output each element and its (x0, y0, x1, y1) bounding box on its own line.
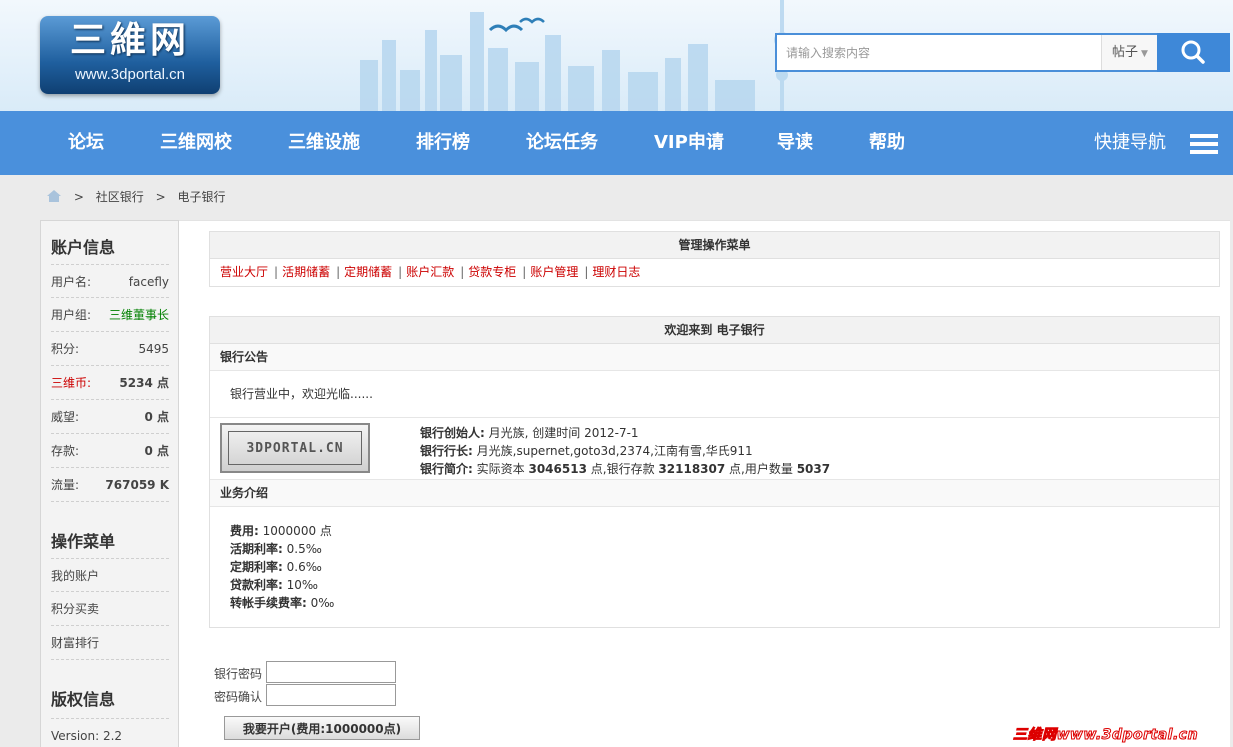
search-icon (1181, 40, 1205, 64)
site-watermark: 三维网www.3dportal.cn (1012, 727, 1199, 744)
account-row-points: 积分: 5495 (51, 332, 169, 366)
bank-info: 银行创始人: 月光族, 创建时间 2012-7-1 银行行长: 月光族,supe… (420, 424, 830, 478)
account-value: 三维董事长 (108, 308, 169, 322)
open-account-button[interactable]: 我要开户(费用:1000000点) (224, 716, 420, 740)
bank-logo-image: 3DPORTAL.CN (220, 423, 370, 473)
business-item-demand-rate: 活期利率: 0.5‰ (230, 542, 322, 556)
breadcrumb: > 社区银行 > 电子银行 (46, 188, 225, 206)
account-value: 767059 K (105, 478, 169, 492)
bank-president: 银行行长: 月光族,supernet,goto3d,2374,江南有雪,华氏91… (420, 444, 753, 458)
bank-logo-text: 3DPORTAL.CN (228, 431, 362, 465)
admin-menu-links: 营业大厅 | 活期储蓄 | 定期储蓄 | 账户汇款 | 贷款专柜 | 账户管理 | 理财日志 (220, 265, 641, 279)
notice-text: 银行营业中，欢迎光临...... (210, 371, 1219, 418)
breadcrumb-separator: > (73, 190, 84, 204)
nav-item-forum[interactable]: 论坛 (68, 111, 104, 175)
business-title: 业务介绍 (210, 480, 1219, 507)
bank-panel: 欢迎来到 电子银行 银行公告 银行营业中，欢迎光临...... 3DPORTAL… (209, 316, 1220, 628)
admin-menu-panel: 管理操作菜单 营业大厅 | 活期储蓄 | 定期储蓄 | 账户汇款 | 贷款专柜 | 账户管理 | 理财日… (209, 231, 1220, 287)
copyright-title: 版权信息 (51, 690, 116, 709)
search-input[interactable] (777, 35, 1101, 70)
business-item-fixed-rate: 定期利率: 0.6‰ (230, 560, 322, 574)
quick-nav-label[interactable]: 快捷导航 (1094, 111, 1166, 175)
account-row-username: 用户名: facefly (51, 264, 169, 298)
account-row-traffic: 流量: 767059 K (51, 468, 169, 502)
account-label: 三维币: (51, 376, 92, 390)
home-icon[interactable] (46, 189, 62, 203)
nav-item-school[interactable]: 三维网校 (160, 111, 232, 175)
account-label: 用户名: (51, 275, 92, 289)
password-confirm-input[interactable] (266, 684, 396, 706)
business-item-fee: 费用: 1000000 点 (230, 524, 332, 538)
account-label: 存款: (51, 444, 80, 458)
account-label: 威望: (51, 410, 80, 424)
operation-menu-title: 操作菜单 (51, 532, 116, 551)
search-box: 帖子▼ (775, 33, 1157, 72)
link-account-management[interactable]: 账户管理 (530, 265, 578, 279)
account-label: 流量: (51, 478, 80, 492)
search-scope-label: 帖子 (1112, 45, 1139, 60)
admin-menu-title: 管理操作菜单 (210, 232, 1219, 259)
breadcrumb-e-bank[interactable]: 电子银行 (177, 190, 225, 204)
search-button[interactable] (1157, 33, 1230, 72)
nav-item-vip[interactable]: VIP申请 (654, 111, 724, 175)
link-fixed-savings[interactable]: 定期储蓄 (344, 265, 392, 279)
logo-title: 三維网 (69, 20, 190, 61)
sidebar-item-my-account[interactable]: 我的账户 (51, 558, 169, 592)
city-skyline-banner (360, 0, 790, 111)
breadcrumb-separator: > (155, 190, 166, 204)
nav-item-facilities[interactable]: 三维设施 (288, 111, 360, 175)
chevron-down-icon: ▼ (1141, 49, 1148, 59)
account-row-group: 用户组: 三维董事长 (51, 298, 169, 332)
link-loans[interactable]: 贷款专柜 (468, 265, 516, 279)
logo-url: www.3dportal.cn (74, 66, 186, 83)
account-value: 0 点 (144, 444, 169, 458)
site-header: 三維网 www.3dportal.cn 帖子▼ (0, 0, 1233, 111)
account-value: 0 点 (144, 410, 169, 424)
site-logo[interactable]: 三維网 www.3dportal.cn (40, 16, 220, 94)
sidebar: 账户信息 用户名: facefly 用户组: 三维董事长 积分: 5495 三维… (40, 220, 179, 747)
password-confirm-label: 密码确认 (214, 690, 263, 704)
business-list: 费用: 1000000 点 活期利率: 0.5‰ 定期利率: 0.6‰ 贷款利率… (210, 507, 1219, 612)
nav-item-tasks[interactable]: 论坛任务 (526, 111, 598, 175)
link-remittance[interactable]: 账户汇款 (406, 265, 454, 279)
link-finance-log[interactable]: 理财日志 (592, 265, 640, 279)
link-demand-savings[interactable]: 活期储蓄 (282, 265, 330, 279)
business-item-loan-rate: 贷款利率: 10‰ (230, 578, 319, 592)
business-item-transfer-fee: 转帐手续费率: 0‰ (230, 596, 335, 610)
nav-item-ranking[interactable]: 排行榜 (416, 111, 470, 175)
bank-password-input[interactable] (266, 661, 396, 683)
account-value: 5495 (138, 342, 169, 356)
version-text: Version: 2.2 (51, 718, 169, 747)
bank-password-label: 银行密码 (214, 667, 263, 681)
sidebar-item-wealth-ranking[interactable]: 财富排行 (51, 626, 169, 660)
account-label: 积分: (51, 342, 80, 356)
account-value: facefly (128, 275, 169, 289)
menu-list-icon[interactable] (1190, 134, 1218, 154)
account-label: 用户组: (51, 308, 92, 322)
notice-title: 银行公告 (210, 344, 1219, 371)
breadcrumb-community-bank[interactable]: 社区银行 (96, 190, 144, 204)
link-business-hall[interactable]: 营业大厅 (220, 265, 268, 279)
sidebar-item-points-trade[interactable]: 积分买卖 (51, 592, 169, 626)
nav-item-guide[interactable]: 导读 (777, 111, 813, 175)
bank-intro: 银行简介: 实际资本 3046513 点,银行存款 32118307 点,用户数… (420, 462, 831, 476)
bank-founder: 银行创始人: 月光族, 创建时间 2012-7-1 (420, 426, 639, 440)
nav-item-help[interactable]: 帮助 (869, 111, 905, 175)
main-nav: 论坛 三维网校 三维设施 排行榜 论坛任务 VIP申请 导读 帮助 快捷导航 (0, 111, 1233, 175)
search-scope-select[interactable]: 帖子 ▼ (1101, 35, 1157, 70)
search-bar: 帖子▼ (775, 33, 1230, 72)
account-value: 5234 点 (119, 376, 169, 390)
account-row-deposit: 存款: 0 点 (51, 434, 169, 468)
account-info-title: 账户信息 (51, 238, 116, 257)
account-row-coins: 三维币: 5234 点 (51, 366, 169, 400)
welcome-title: 欢迎来到 电子银行 (210, 317, 1219, 344)
account-row-prestige: 威望: 0 点 (51, 400, 169, 434)
bank-info-row: 3DPORTAL.CN 银行创始人: 月光族, 创建时间 2012-7-1 银行… (210, 418, 1219, 480)
